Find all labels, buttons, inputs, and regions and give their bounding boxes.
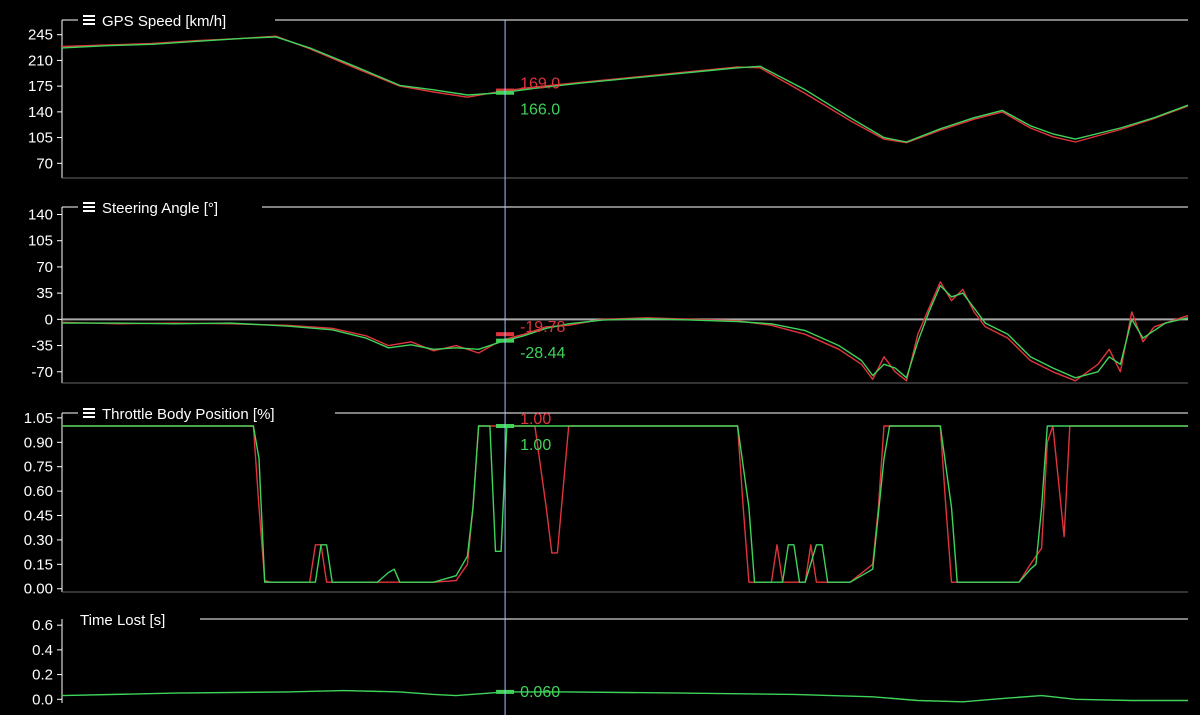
gps-speed-title: GPS Speed [km/h]	[102, 13, 226, 30]
steering-angle-y-tick-label: 105	[28, 233, 53, 250]
menu-icon-bar	[83, 202, 95, 204]
menu-icon-bar	[83, 15, 95, 17]
menu-icon-bar	[83, 408, 95, 410]
gps-speed-y-tick-label: 140	[28, 104, 53, 121]
throttle-position-y-tick-label: 0.90	[24, 434, 53, 451]
throttle-position-y-tick-label: 1.05	[24, 410, 53, 427]
throttle-position-y-tick-label: 0.60	[24, 483, 53, 500]
gps-speed-y-tick-label: 70	[36, 155, 53, 172]
steering-angle-y-tick-label: 0	[45, 311, 53, 328]
steering-angle-y-tick-label: 70	[36, 259, 53, 276]
time-lost-y-tick-label: 0.6	[32, 617, 53, 634]
steering-angle-y-tick-label: 140	[28, 206, 53, 223]
steering-angle-cursor-value-green: -28.44	[520, 345, 565, 362]
throttle-position-y-tick-label: 0.30	[24, 532, 53, 549]
gps-speed-y-tick-label: 245	[28, 27, 53, 44]
time-lost-cursor-value-green: 0.060	[520, 684, 560, 701]
gps-speed-y-tick-label: 175	[28, 78, 53, 95]
menu-icon-bar	[83, 210, 95, 212]
throttle-position-title: Throttle Body Position [%]	[102, 406, 275, 423]
gps-speed-y-tick-label: 105	[28, 130, 53, 147]
hamburger-menu-icon[interactable]	[83, 15, 95, 25]
steering-angle-y-tick-label: -70	[31, 364, 53, 381]
steering-angle-y-tick-label: -35	[31, 338, 53, 355]
gps-speed-y-tick-label: 210	[28, 52, 53, 69]
menu-icon-bar	[83, 412, 95, 414]
throttle-position-y-tick-label: 0.00	[24, 581, 53, 598]
throttle-position-y-tick-label: 0.15	[24, 556, 53, 573]
throttle-position-cursor-value-green: 1.00	[520, 437, 551, 454]
hamburger-menu-icon[interactable]	[83, 202, 95, 212]
time-lost-title: Time Lost [s]	[80, 612, 165, 629]
hamburger-menu-icon[interactable]	[83, 408, 95, 418]
steering-angle-y-tick-label: 35	[36, 285, 53, 302]
throttle-position-y-tick-label: 0.45	[24, 508, 53, 525]
telemetry-chart[interactable]: GPS Speed [km/h] 245 210 175 140 105 70 169.0 1…	[0, 0, 1200, 715]
gps-speed-cursor-value-red: 169.0	[520, 76, 560, 93]
chart-background	[0, 0, 1200, 715]
menu-icon-bar	[83, 416, 95, 418]
time-lost-y-tick-label: 0.4	[32, 642, 53, 659]
steering-angle-title: Steering Angle [°]	[102, 200, 218, 217]
menu-icon-bar	[83, 206, 95, 208]
gps-speed-cursor-value-green: 166.0	[520, 102, 560, 119]
throttle-position-cursor-value-red: 1.00	[520, 411, 551, 428]
menu-icon-bar	[83, 23, 95, 25]
steering-angle-cursor-value-red: -19.78	[520, 319, 565, 336]
time-lost-y-tick-label: 0.2	[32, 667, 53, 684]
menu-icon-bar	[83, 19, 95, 21]
throttle-position-y-tick-label: 0.75	[24, 459, 53, 476]
time-lost-y-tick-label: 0.0	[32, 691, 53, 708]
